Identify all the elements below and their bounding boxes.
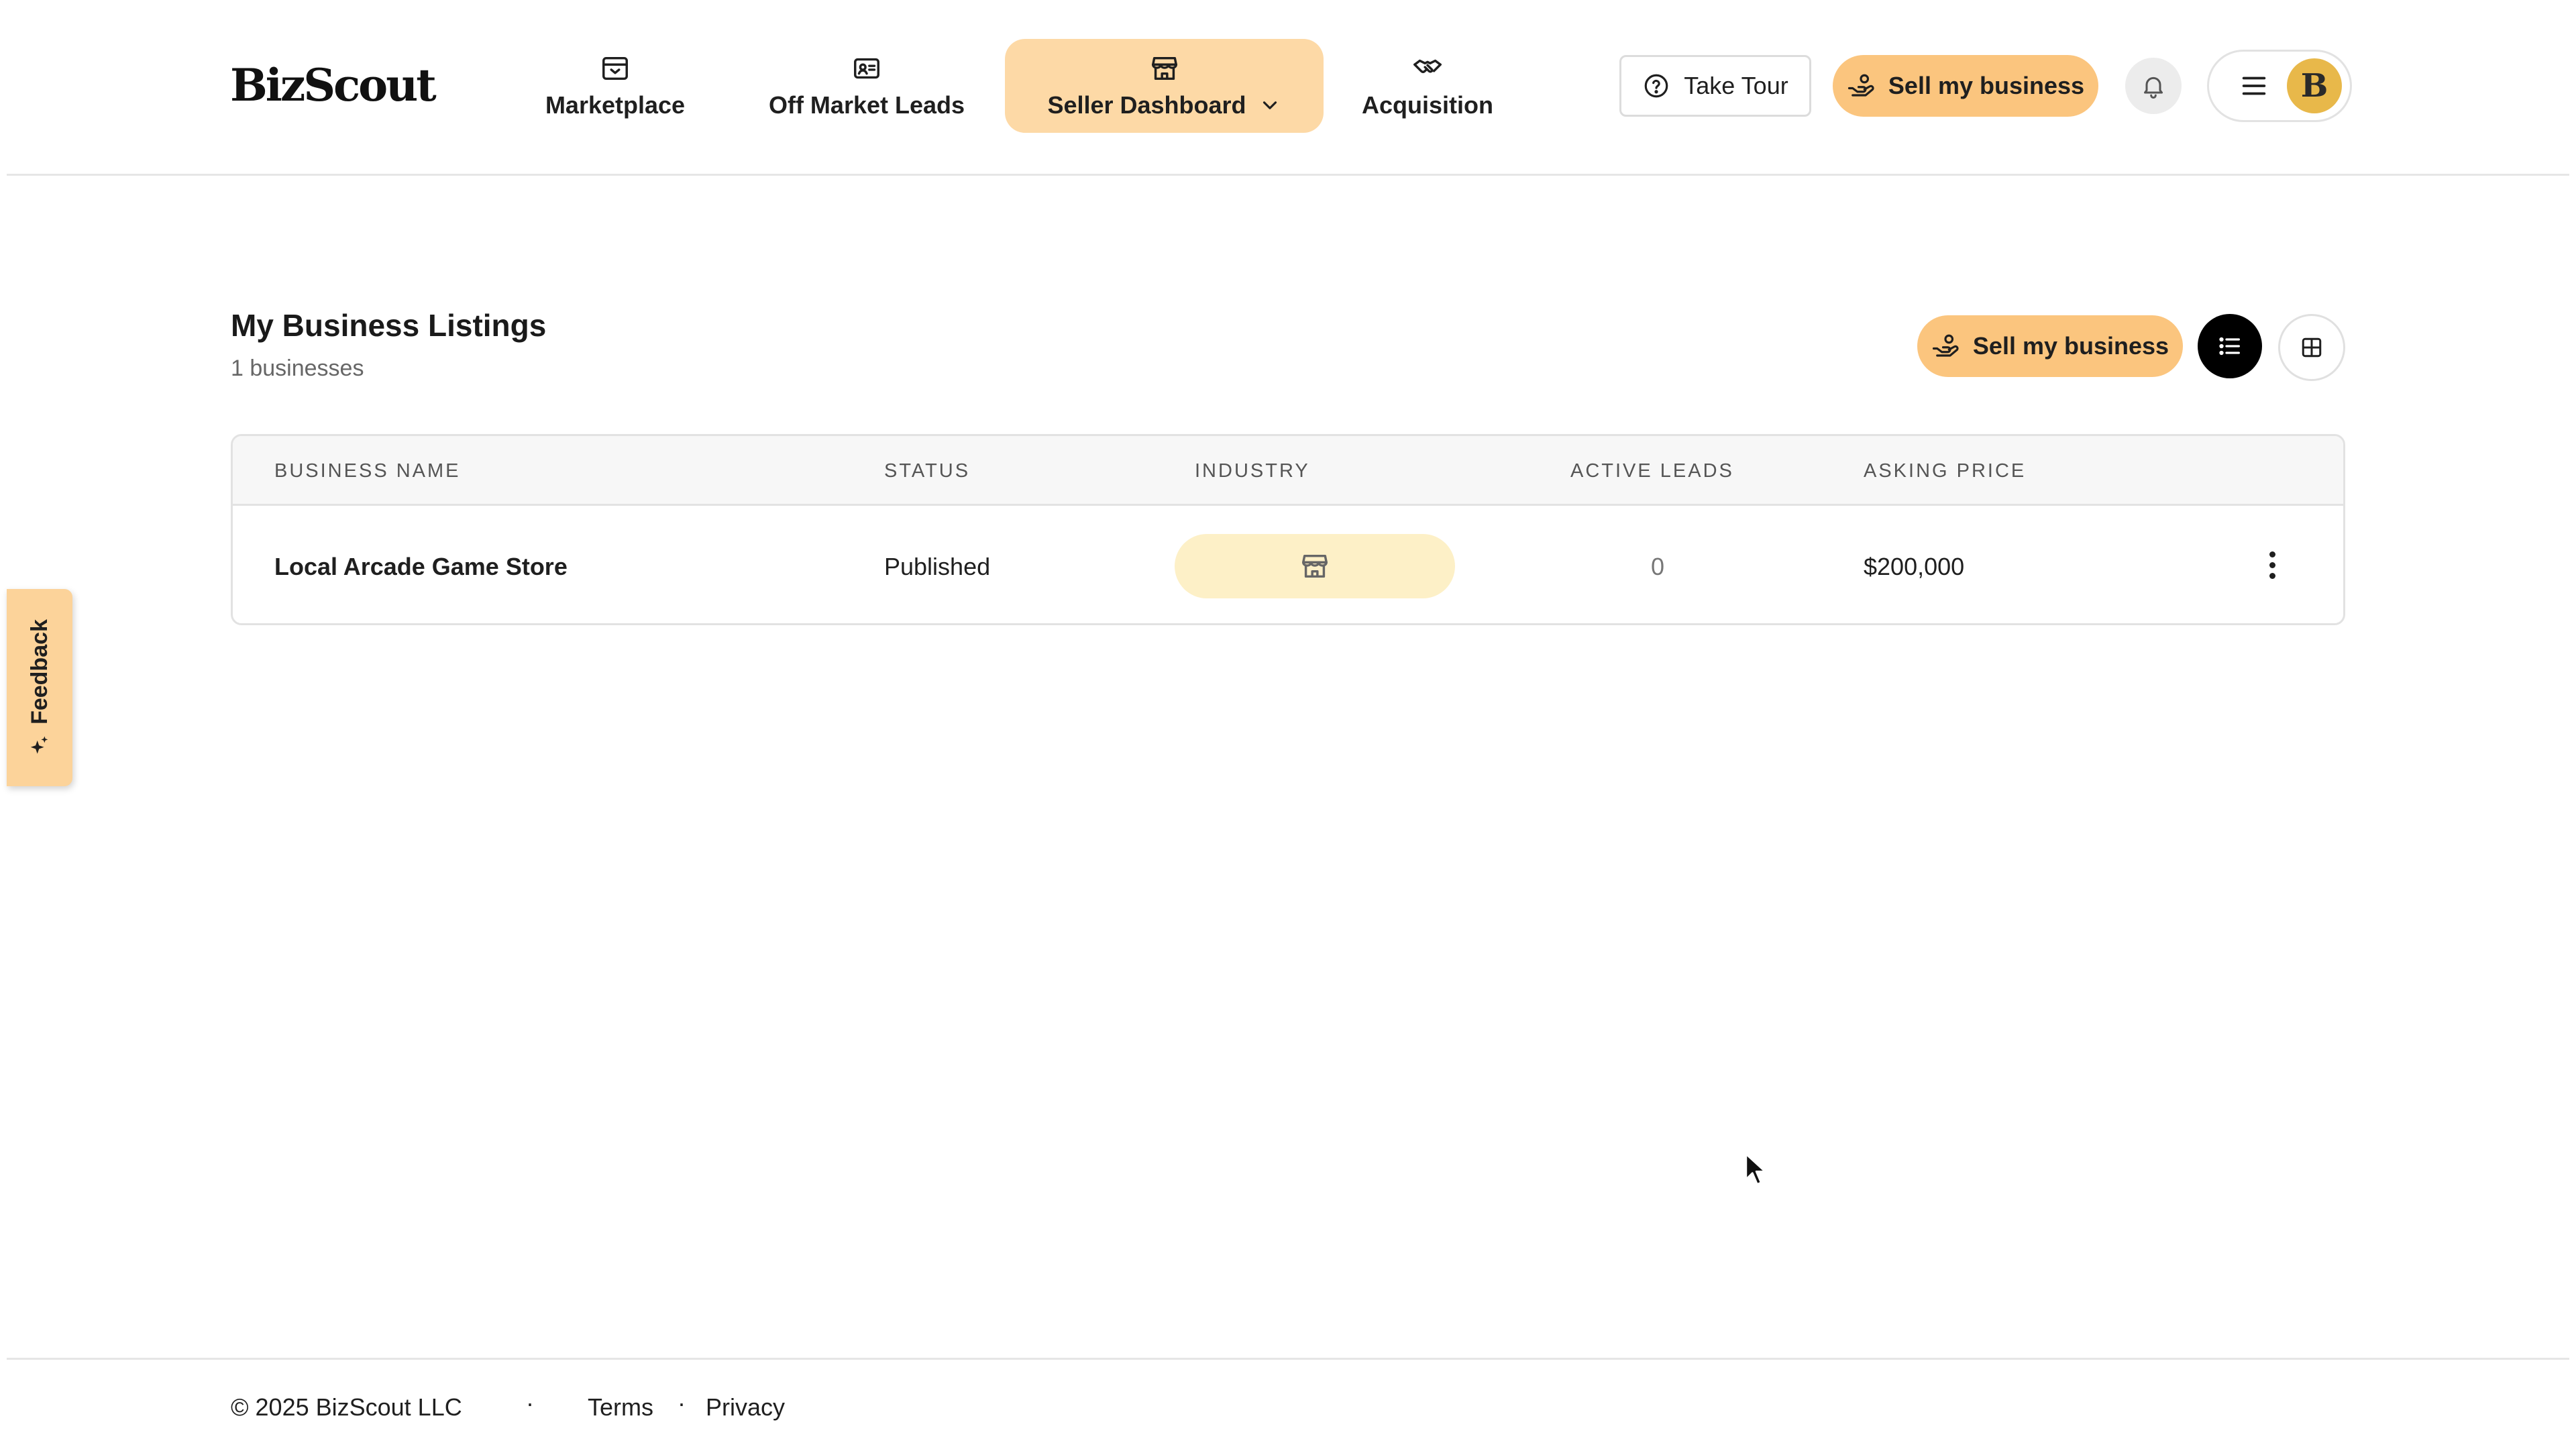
nav-off-market-leads[interactable]: Off Market Leads [756, 39, 977, 133]
brand-logo[interactable]: BizScout [230, 59, 437, 111]
storefront-icon [1302, 554, 1328, 578]
sell-business-header-label: Sell my business [1888, 72, 2085, 99]
top-header: BizScout Marketplace Off Market Leads Se… [7, 0, 2569, 176]
kebab-dot [2269, 572, 2275, 579]
nav-acquisition-label: Acquisition [1362, 91, 1493, 119]
take-tour-label: Take Tour [1684, 72, 1788, 99]
take-tour-button[interactable]: Take Tour [1619, 55, 1811, 117]
column-header-asking-price[interactable]: ASKING PRICE [1864, 460, 2026, 482]
storefront-icon [1148, 52, 1181, 85]
privacy-link[interactable]: Privacy [706, 1393, 785, 1421]
nav-acquisition[interactable]: Acquisition [1347, 39, 1508, 133]
bell-icon [2144, 76, 2163, 99]
nav-marketplace-label: Marketplace [545, 91, 686, 119]
nav-marketplace[interactable]: Marketplace [530, 39, 700, 133]
footer-separator: · [678, 1389, 686, 1417]
kebab-dot [2269, 551, 2275, 557]
account-menu-button[interactable]: B [2207, 50, 2352, 122]
nav-seller-dashboard-label: Seller Dashboard [1047, 91, 1246, 119]
hamburger-menu-icon [2242, 76, 2266, 95]
mouse-cursor-icon [1745, 1152, 1766, 1185]
active-leads-count: 0 [1650, 553, 1665, 580]
notifications-button[interactable] [2125, 58, 2182, 114]
grid-icon [2302, 337, 2322, 358]
list-view-toggle[interactable] [2198, 314, 2262, 378]
marketplace-icon [599, 52, 631, 85]
table-row[interactable]: Local Arcade Game Store Published 0 $200… [233, 506, 2343, 623]
sell-business-button[interactable]: Sell my business [1917, 315, 2183, 377]
page-title: My Business Listings [231, 308, 547, 343]
feedback-tab[interactable]: Feedback [7, 589, 72, 786]
sell-business-label: Sell my business [1972, 332, 2169, 360]
business-name[interactable]: Local Arcade Game Store [274, 553, 568, 581]
footer: © 2025 BizScout LLC · Terms · Privacy [7, 1358, 2569, 1449]
copyright: © 2025 BizScout LLC [231, 1393, 462, 1421]
asking-price: $200,000 [1864, 553, 1965, 580]
listings-count: 1 businesses [231, 356, 364, 381]
column-header-business-name[interactable]: BUSINESS NAME [274, 460, 461, 482]
avatar: B [2287, 58, 2342, 113]
help-circle-icon [1644, 74, 1668, 98]
sparkle-icon [30, 735, 48, 754]
list-icon [2219, 337, 2240, 356]
terms-link[interactable]: Terms [588, 1393, 653, 1421]
chevron-down-icon [1263, 101, 1277, 109]
kebab-dot [2269, 561, 2275, 568]
footer-separator: · [526, 1389, 534, 1417]
feedback-label: Feedback [26, 619, 52, 724]
grid-view-toggle[interactable] [2278, 314, 2345, 381]
nav-off-market-label: Off Market Leads [768, 91, 965, 119]
industry-badge [1175, 534, 1455, 598]
nav-seller-dashboard[interactable]: Seller Dashboard [1005, 39, 1324, 133]
column-header-active-leads[interactable]: ACTIVE LEADS [1570, 460, 1734, 482]
listings-table: BUSINESS NAME STATUS INDUSTRY ACTIVE LEA… [231, 434, 2345, 625]
column-header-status[interactable]: STATUS [884, 460, 970, 482]
sell-business-header-button[interactable]: Sell my business [1833, 55, 2098, 117]
column-header-industry[interactable]: INDUSTRY [1195, 460, 1310, 482]
hand-coin-icon [1932, 334, 1959, 357]
contact-card-icon [851, 52, 883, 85]
listing-status: Published [884, 553, 991, 580]
table-header: BUSINESS NAME STATUS INDUSTRY ACTIVE LEA… [233, 436, 2343, 506]
hand-coin-icon [1847, 74, 1874, 97]
handshake-icon [1411, 52, 1444, 85]
row-actions-button[interactable] [2252, 545, 2292, 585]
